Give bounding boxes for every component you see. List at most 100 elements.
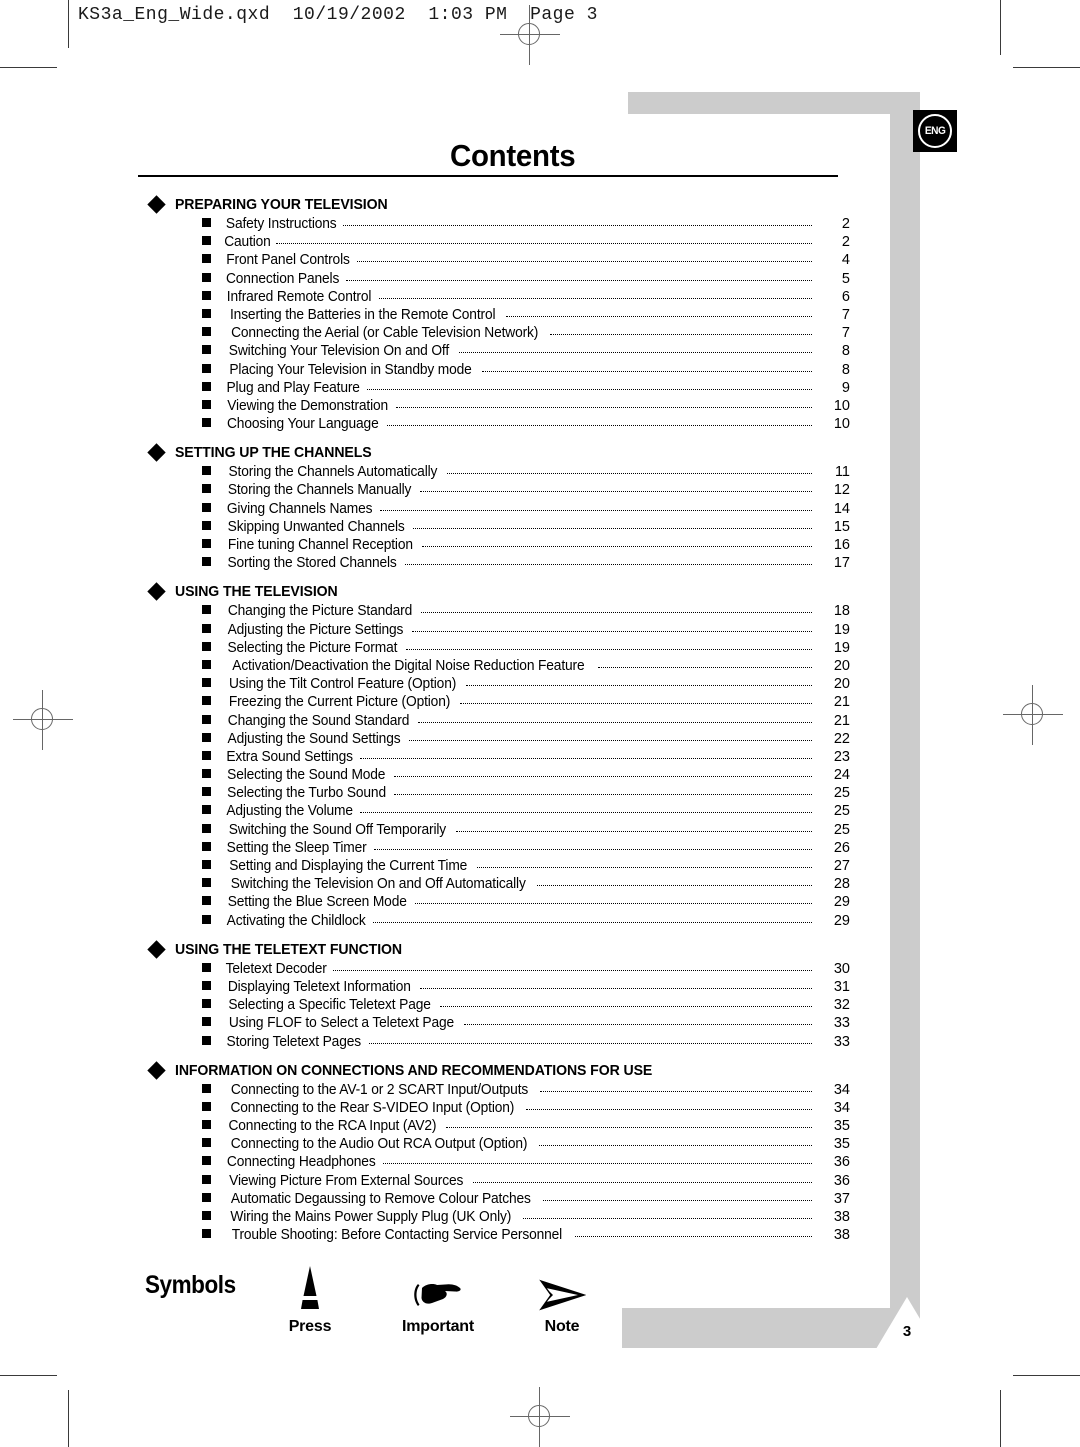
toc-entry[interactable]: Caution 2 [150,234,850,252]
toc-entry[interactable]: Connecting to the RCA Input (AV2) 35 [150,1118,850,1136]
toc-entry[interactable]: Storing the Channels Automatically 11 [150,464,850,482]
toc-leader-dots [420,612,812,614]
language-badge: ENG [913,110,957,152]
toc-leader-dots [537,885,812,887]
square-bullet-icon [202,787,211,797]
toc-entry[interactable]: Viewing the Demonstration 10 [150,398,850,416]
toc-entry-title: Teletext Decoder [225,960,327,977]
toc-leader-dots [346,279,812,281]
toc-entry[interactable]: Sorting the Stored Channels 17 [150,555,850,573]
square-bullet-icon [202,769,211,779]
toc-entry-title: Selecting the Picture Format [227,639,398,656]
toc-leader-dots [360,757,812,759]
toc-leader-dots [506,315,812,317]
toc-entry-title: Sorting the Stored Channels [227,555,397,572]
toc-entry[interactable]: Storing Teletext Pages 33 [150,1034,850,1052]
toc-entry[interactable]: Activation/Deactivation the Digital Nois… [150,658,850,676]
square-bullet-icon [202,484,211,494]
toc-entry-title: Placing Your Television in Standby mode [229,361,472,378]
toc-entry[interactable]: Giving Channels Names 14 [150,501,850,519]
file-header-text: KS3a_Eng_Wide.qxd 10/19/2002 1:03 PM Pag… [78,5,598,25]
toc-entry[interactable]: Skipping Unwanted Channels 15 [150,519,850,537]
toc-entry-title: Changing the Sound Standard [227,712,410,729]
toc-entry[interactable]: Using FLOF to Select a Teletext Page 33 [150,1015,850,1033]
toc-entry[interactable]: Connecting to the Rear S-VIDEO Input (Op… [150,1100,850,1118]
toc-entry-page-number: 8 [841,343,850,360]
square-bullet-icon [202,539,211,548]
toc-entry[interactable]: Infrared Remote Control 6 [150,289,850,307]
toc-entry[interactable]: Switching the Sound Off Temporarily 25 [150,822,850,840]
toc-entry[interactable]: Changing the Picture Standard 18 [150,603,850,621]
toc-entry[interactable]: Selecting the Picture Format 19 [150,640,850,658]
toc-entry[interactable]: Adjusting the Sound Settings 22 [150,731,850,749]
toc-entry-title: Activating the Childlock [226,912,366,929]
toc-entry[interactable]: Using the Tilt Control Feature (Option) 2… [150,676,850,694]
toc-entry[interactable]: Connecting Headphones 36 [150,1154,850,1172]
toc-entry[interactable]: Safety Instructions 2 [150,216,850,234]
toc-entry[interactable]: Choosing Your Language 10 [150,416,850,434]
toc-entry[interactable]: Inserting the Batteries in the Remote Co… [150,307,850,325]
toc-entry[interactable]: Selecting the Turbo Sound 25 [150,785,850,803]
toc-entry[interactable]: Connection Panels 5 [150,271,850,289]
square-bullet-icon [202,896,211,906]
toc-entry[interactable]: Extra Sound Settings 23 [150,749,850,767]
square-bullet-icon [202,678,211,688]
cone-press-icon [240,1264,380,1312]
crop-mark-bottom-left-horizontal [0,1375,57,1376]
square-bullet-icon [202,732,211,742]
toc-entry[interactable]: Freezing the Current Picture (Option) 21 [150,694,850,712]
diamond-bullet-icon [147,582,166,602]
square-bullet-icon [202,750,211,760]
toc-entry-page-number: 35 [833,1136,850,1153]
square-bullet-icon [202,1138,211,1148]
toc-entry[interactable]: Changing the Sound Standard 21 [150,713,850,731]
square-bullet-icon [202,980,211,990]
square-bullet-icon [202,878,211,888]
toc-entry[interactable]: Setting and Displaying the Current Time 2… [150,858,850,876]
square-bullet-icon [202,466,211,476]
toc-entry[interactable]: Wiring the Mains Power Supply Plug (UK O… [150,1209,850,1227]
toc-entry[interactable]: Switching the Television On and Off Auto… [150,876,850,894]
toc-leader-dots [539,1145,812,1147]
toc-leader-dots [368,1042,812,1044]
toc-entry[interactable]: Storing the Channels Manually 12 [150,482,850,500]
toc-entry[interactable]: Plug and Play Feature 9 [150,380,850,398]
square-bullet-icon [202,1156,211,1166]
toc-entry[interactable]: Selecting a Specific Teletext Page 32 [150,997,850,1015]
toc-entry[interactable]: Teletext Decoder 30 [150,961,850,979]
square-bullet-icon [202,823,211,833]
toc-entry[interactable]: Adjusting the Volume 25 [150,803,850,821]
toc-entry[interactable]: Fine tuning Channel Reception 16 [150,537,850,555]
toc-entry[interactable]: Front Panel Controls 4 [150,252,850,270]
toc-entry-page-number: 10 [833,397,850,414]
toc-entry[interactable]: Displaying Teletext Information 31 [150,979,850,997]
square-bullet-icon [202,557,211,567]
toc-entry[interactable]: Setting the Sleep Timer 26 [150,840,850,858]
toc-entry[interactable]: Setting the Blue Screen Mode 29 [150,894,850,912]
toc-entry-page-number: 28 [833,876,850,893]
toc-entry[interactable]: Selecting the Sound Mode 24 [150,767,850,785]
toc-entry-title: Connecting to the Audio Out RCA Output (… [230,1136,528,1153]
crop-mark-top-left-horizontal [0,67,57,68]
square-bullet-icon [202,999,211,1009]
square-bullet-icon [202,1120,211,1130]
toc-entry[interactable]: Automatic Degaussing to Remove Colour Pa… [150,1191,850,1209]
toc-entry[interactable]: Connecting the Aerial (or Cable Televisi… [150,325,850,343]
toc-entry[interactable]: Trouble Shooting: Before Contacting Serv… [150,1227,850,1245]
toc-entry-title: Connecting to the AV-1 or 2 SCART Input/… [230,1081,529,1098]
toc-entry[interactable]: Switching Your Television On and Off 8 [150,343,850,361]
toc-entry[interactable]: Placing Your Television in Standby mode 8 [150,362,850,380]
toc-entry[interactable]: Connecting to the Audio Out RCA Output (… [150,1136,850,1154]
toc-leader-dots [386,425,812,427]
toc-entry-title: Connecting to the RCA Input (AV2) [228,1118,437,1135]
square-bullet-icon [202,623,211,633]
toc-entry[interactable]: Activating the Childlock 29 [150,913,850,931]
toc-entry-title: Switching Your Television On and Off [228,343,450,360]
square-bullet-icon [202,327,211,337]
toc-entry-title: Caution [224,234,271,251]
toc-entry-page-number: 20 [833,676,850,693]
toc-entry[interactable]: Viewing Picture From External Sources 36 [150,1173,850,1191]
toc-entry[interactable]: Adjusting the Picture Settings 19 [150,622,850,640]
toc-entry[interactable]: Connecting to the AV-1 or 2 SCART Input/… [150,1082,850,1100]
pointing-hand-icon [368,1264,508,1312]
